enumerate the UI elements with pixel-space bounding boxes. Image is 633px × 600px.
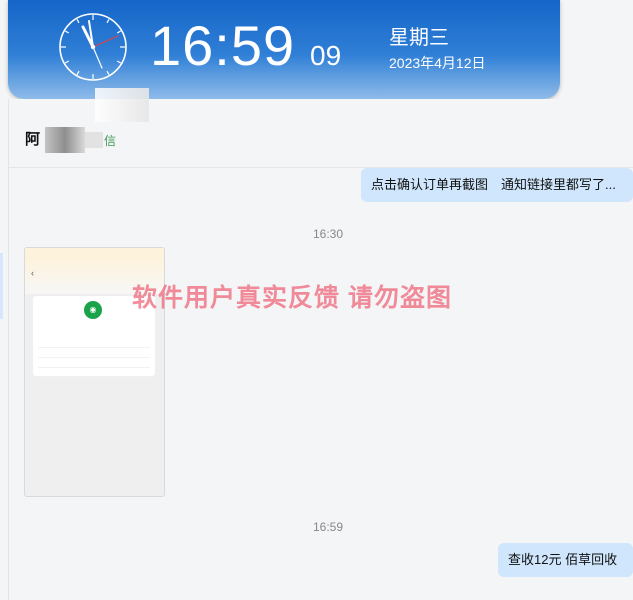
message-bubble-outgoing[interactable]: 点击确认订单再截图 通知链接里都写了... [361,168,633,202]
thumbnail-row [38,358,150,368]
back-arrow-icon: ‹ [31,268,34,278]
thumbnail-detail-rows [38,338,150,378]
clock-weekday: 星期三 [389,27,449,49]
clock-banner: 16:59 09 星期三 2023年4月12日 [8,0,560,99]
contact-tag: 信 [104,134,117,148]
name-redaction [45,127,85,153]
message-timestamp: 16:30 [313,227,344,241]
message-timestamp: 16:59 [313,520,344,534]
clock-time: 16:59 [150,14,296,77]
thumbnail-status-bar [25,248,164,260]
sidebar-selection-accent [0,253,3,319]
thumbnail-row [38,338,150,348]
thumbnail-redaction [95,88,149,122]
thumbnail-row [38,348,150,358]
name-redaction-fade [85,132,103,148]
clock-seconds: 09 [310,40,342,71]
sidebar-divider [8,99,9,600]
analog-clock-icon [59,13,127,81]
clock-date: 2023年4月12日 [389,55,486,71]
contact-name[interactable]: 阿 [25,130,40,150]
watermark-text: 软件用户真实反馈 请勿盗图 [132,284,452,312]
message-bubble-outgoing[interactable]: 查收12元 佰草回收 [498,543,633,577]
wallet-icon: ◉ [84,301,102,319]
thumbnail-row [38,368,150,378]
